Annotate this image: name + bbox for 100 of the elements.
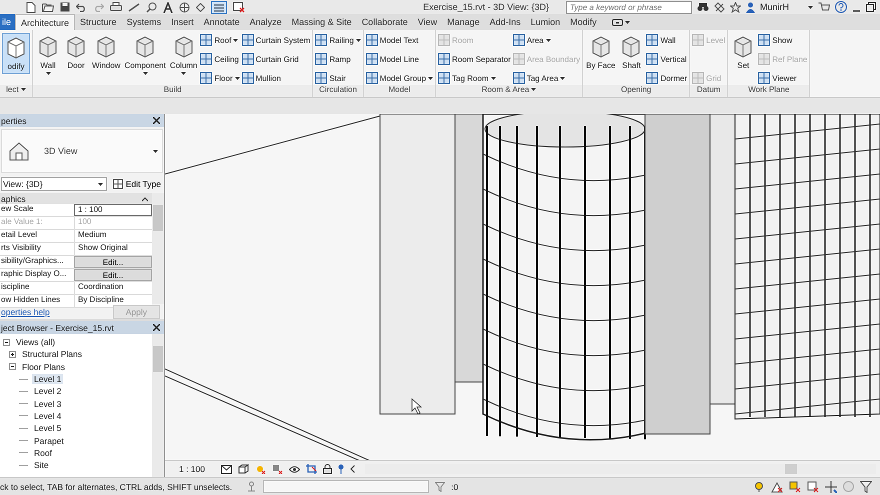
user-name[interactable]: MunirH [760,2,789,12]
ribbon-tab[interactable]: Manage [442,14,485,30]
ribbon-tool[interactable]: Tag Area [512,71,580,85]
ribbon-tool[interactable]: Viewer [758,71,808,85]
browser-item[interactable]: Level 1 [32,374,64,384]
ribbon-tab[interactable]: Systems [122,14,166,30]
collapse-icon[interactable] [3,338,10,346]
chevron-left-icon[interactable] [350,465,355,473]
diamond-icon[interactable] [196,2,205,12]
ribbon-tool[interactable]: Roof [200,33,240,47]
ribbon-tool[interactable]: Room Separator [438,52,511,66]
eye-icon[interactable] [289,464,300,474]
expand-icon[interactable] [9,350,16,358]
ribbon-tool[interactable]: Show [758,33,808,47]
ribbon-tool[interactable]: Ramp [315,52,361,66]
browser-item[interactable]: Parapet [32,436,66,446]
undo-icon[interactable] [76,2,87,12]
help-icon[interactable] [835,1,847,13]
browser-item[interactable]: Level 5 [32,423,64,434]
type-selector[interactable]: 3D View [1,129,163,173]
ribbon-tool[interactable]: Area [512,33,580,47]
collapse-icon[interactable] [9,363,16,370]
print-icon[interactable] [110,2,122,12]
ribbon-tab[interactable]: Structure [75,14,122,30]
ribbon-tool[interactable]: odify [2,33,30,74]
cart-icon[interactable] [818,2,830,12]
ribbon-tool[interactable]: Vertical [646,52,688,66]
star-icon[interactable] [730,2,741,12]
ribbon-tool[interactable]: Stair [315,71,361,85]
scrollbar[interactable] [365,464,876,474]
save-icon[interactable] [60,2,70,12]
ribbon-tool[interactable]: Wall [646,33,688,47]
ribbon-tool[interactable]: Door [63,33,89,72]
ribbon-tool[interactable]: Railing [315,33,361,47]
browser-item[interactable]: Level 3 [32,398,64,409]
edit-button[interactable]: Edit... [74,256,152,268]
globe-icon[interactable] [179,2,190,12]
ribbon-tool[interactable]: Model Line [366,52,434,66]
ribbon-tool[interactable]: Ceiling [200,52,240,66]
group-header[interactable]: aphics [1,194,26,204]
browser-item[interactable]: Views (all) [14,337,58,348]
new-file-icon[interactable] [26,2,36,12]
filter-icon[interactable] [860,480,872,492]
ribbon-tab[interactable]: View [412,14,442,30]
binoculars-icon[interactable] [696,2,709,12]
ribbon-tool[interactable]: Window [91,33,122,72]
panel-title[interactable]: lect [0,85,32,97]
ribbon-tool[interactable]: By Face [585,33,616,72]
ribbon-tool[interactable]: Model Text [366,33,434,47]
cube-icon[interactable] [238,464,249,474]
workset-field[interactable] [263,480,430,493]
ribbon-tool[interactable]: Component [123,33,167,77]
collapse-icon[interactable] [142,196,148,202]
restore-icon[interactable] [866,2,876,12]
ribbon-tab[interactable]: Lumion [526,14,566,30]
underlay-icon[interactable] [771,480,783,492]
measure-icon[interactable] [128,2,140,12]
ribbon-tab[interactable]: Insert [166,14,199,30]
edit-button[interactable]: Edit... [74,269,152,281]
edit-type-button[interactable]: Edit Type [110,179,163,189]
file-menu-tab[interactable]: ile [0,14,16,30]
shadow-icon[interactable] [272,464,283,474]
ribbon-tab[interactable]: Analyze [244,14,287,30]
ribbon-tool[interactable]: Column [168,33,198,77]
instance-dropdown[interactable]: View: {3D} [1,177,107,191]
ribbon-tool[interactable]: Mullion [242,71,310,85]
scrollbar[interactable] [152,193,164,304]
close-icon[interactable] [153,324,160,331]
pin-icon[interactable] [338,464,344,474]
close-window-icon[interactable] [233,2,245,12]
face-select-icon[interactable] [807,480,819,492]
ribbon-tab[interactable]: Add-Ins [484,14,526,30]
panel-title[interactable]: Room & Area [436,85,582,97]
ribbon-tool[interactable]: Model Group [366,71,434,85]
ribbon-tab[interactable]: Architecture [15,14,76,30]
ribbon-tool[interactable]: Curtain System [242,33,310,47]
ribbon-tab[interactable]: Massing & Site [286,14,357,30]
crop-icon[interactable] [306,464,317,474]
lock-icon[interactable] [323,464,332,474]
list-window-icon[interactable] [211,0,227,14]
browser-item[interactable]: Structural Plans [20,349,84,360]
browser-item[interactable]: Level 4 [32,410,64,421]
text-icon[interactable] [163,2,173,12]
ribbon-tool[interactable]: Wall [35,33,61,77]
magnifier-icon[interactable] [146,2,157,12]
ribbon-tool[interactable]: Shaft [618,33,644,72]
ribbon-tab[interactable]: Collaborate [356,14,413,30]
property-value-field[interactable]: 1 : 100 [74,204,152,216]
ribbon-tool[interactable]: Set [730,33,756,72]
browser-item[interactable]: Site [32,460,51,470]
filter-icon[interactable] [435,482,446,492]
browser-item[interactable]: Level 2 [32,386,64,396]
ribbon-tool[interactable]: Floor [200,71,240,85]
ribbon-tool[interactable]: Tag Room [438,71,511,85]
close-icon[interactable] [153,117,160,124]
folder-icon[interactable] [42,2,54,12]
help-link[interactable]: operties help [1,306,50,316]
scrollbar[interactable] [152,334,164,477]
browser-item[interactable]: Floor Plans [20,362,67,372]
ribbon-tool[interactable]: Dormer [646,71,688,85]
